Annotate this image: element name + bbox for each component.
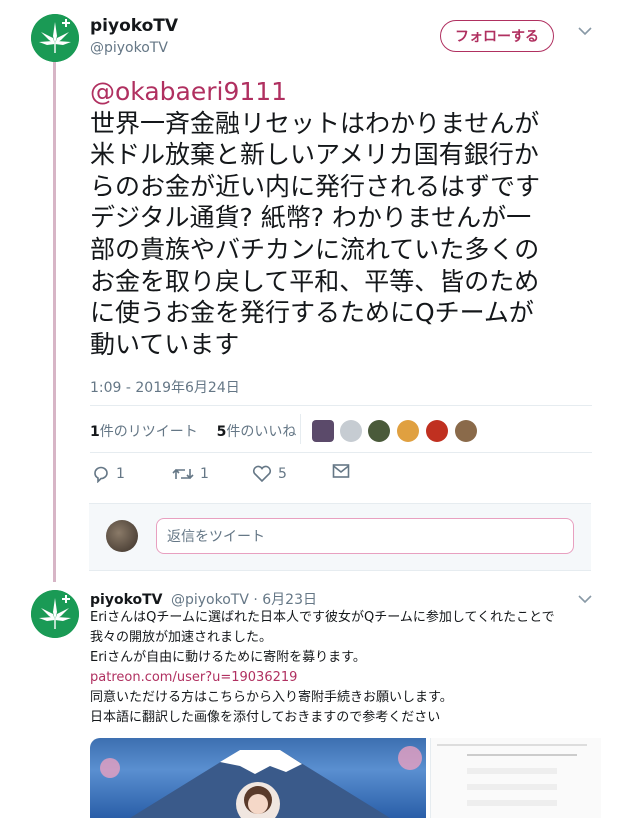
attached-document-image[interactable] (430, 738, 601, 818)
reply-count: 1 (116, 466, 125, 482)
avatar[interactable] (31, 590, 79, 638)
cannabis-leaf-icon (31, 590, 79, 638)
reply-tweet-text: EriさんはQチームに選ばれた日本人です彼女がQチームに参加してくれたことで 我… (90, 608, 600, 728)
tweet-line: EriさんはQチームに選ばれた日本人です彼女がQチームに参加してくれたことで (90, 610, 555, 625)
retweets-label[interactable]: 件のリツイート (100, 424, 198, 440)
likes-label[interactable]: 件のいいね (226, 424, 296, 440)
chevron-down-icon[interactable] (578, 24, 592, 40)
likes-count[interactable]: 5 (217, 424, 227, 440)
liker-avatar[interactable] (368, 420, 390, 442)
tweet-line: デジタル通貨? 紙幣? わかりませんが一 (90, 203, 532, 233)
patreon-link[interactable]: patreon.com/user?u=19036219 (90, 668, 600, 688)
reply-button[interactable]: 1 (92, 465, 125, 483)
tweet-line: お金を取り戻して平和、平等、皆のため (90, 266, 540, 296)
display-name[interactable]: piyokoTV (90, 16, 178, 36)
tweet-line: 日本語に翻訳した画像を添付しておきますので参考ください (90, 710, 441, 725)
direct-message-button[interactable] (332, 463, 350, 479)
stats-separator (300, 414, 301, 444)
attached-image[interactable] (90, 738, 426, 818)
user-handle[interactable]: @piyokoTV (90, 40, 168, 56)
liker-avatar[interactable] (397, 420, 419, 442)
liker-avatar[interactable] (340, 420, 362, 442)
divider (90, 405, 592, 406)
avatar[interactable] (31, 14, 79, 62)
reply-tweet-header: piyokoTV @piyokoTV · 6月23日 (90, 589, 317, 609)
liker-avatar[interactable] (455, 420, 477, 442)
tweet-line: 米ドル放棄と新しいアメリカ国有銀行か (90, 140, 539, 170)
liker-avatar[interactable] (426, 420, 448, 442)
mount-fuji-image (100, 746, 422, 818)
retweets-count[interactable]: 1 (90, 424, 100, 440)
tweet-line: Eriさんが自由に動けるために寄附を募ります。 (90, 650, 366, 665)
tweet-text: @okabaeri9111 世界一斉金融リセットはわかりませんが 米ドル放棄と新… (90, 76, 600, 360)
cannabis-leaf-icon (31, 14, 79, 62)
tweet-timestamp[interactable]: 1:09 - 2019年6月24日 (90, 377, 240, 397)
heart-icon (252, 465, 272, 483)
follow-button[interactable]: フォローする (440, 20, 554, 52)
like-button[interactable]: 5 (252, 465, 287, 483)
current-user-avatar (106, 520, 138, 552)
tweet-line: 動いています (90, 329, 240, 359)
display-name[interactable]: piyokoTV (90, 592, 163, 608)
envelope-icon (332, 464, 350, 478)
tweet-line: 同意いただける方はこちらから入り寄附手続きお願いします。 (90, 690, 453, 705)
retweet-icon (172, 468, 194, 480)
retweet-button[interactable]: 1 (172, 465, 209, 483)
liker-avatar[interactable] (312, 420, 334, 442)
tweet-line: らのお金が近い内に発行されるはずです (90, 171, 541, 201)
handle-and-date[interactable]: @piyokoTV · 6月23日 (171, 592, 317, 608)
tweet-stats: 1件のリツイート 5件のいいね (90, 421, 296, 441)
divider (90, 452, 592, 453)
retweet-count: 1 (200, 466, 209, 482)
reply-icon (94, 466, 108, 483)
tweet-line: に使うお金を発行するためにQチームが (90, 298, 534, 328)
tweet-line: 世界一斉金融リセットはわかりませんが (90, 108, 540, 138)
mention-link[interactable]: @okabaeri9111 (90, 76, 600, 108)
tweet-line: 我々の開放が加速されました。 (90, 630, 273, 645)
reply-input[interactable]: 返信をツイート (156, 518, 574, 554)
tweet-line: 部の貴族やバチカンに流れていた多くの (90, 234, 540, 264)
chevron-down-icon[interactable] (578, 592, 592, 608)
thread-line (53, 62, 56, 582)
like-count: 5 (278, 466, 287, 482)
